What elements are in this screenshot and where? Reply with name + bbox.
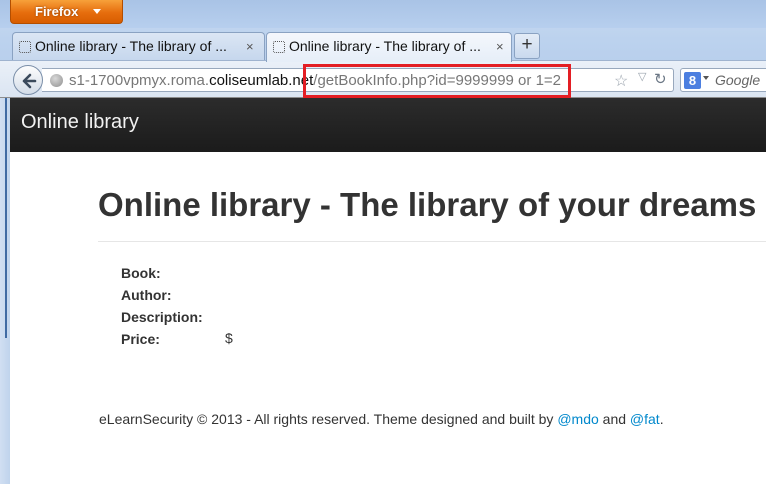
close-tab-icon[interactable]: × [496,33,504,60]
site-navbar: Online library [10,98,766,152]
window-left-edge [0,98,10,484]
page-favicon-icon [273,41,285,53]
new-tab-button[interactable]: + [514,33,540,59]
url-text[interactable]: s1-1700vpmyx.roma.coliseumlab.net/getBoo… [69,72,561,89]
page-content: Online library Online library - The libr… [10,98,766,484]
chevron-down-icon[interactable] [703,76,709,80]
url-history-dropdown-icon[interactable]: ▽ [638,70,646,83]
mdo-link[interactable]: @mdo [557,411,598,427]
window-edge-strip [5,98,7,338]
search-placeholder[interactable]: Google [715,72,760,88]
description-label: Description: [121,309,203,325]
footer-period: . [659,411,664,427]
page-favicon-icon [19,41,31,53]
firefox-menu-button[interactable]: Firefox [10,0,123,24]
firefox-menu-label: Firefox [35,4,79,19]
book-label: Book: [121,265,161,281]
tab-title: Online library - The library of ... [289,38,481,54]
navigation-toolbar: s1-1700vpmyx.roma.coliseumlab.net/getBoo… [0,60,766,98]
chevron-down-icon [93,9,101,14]
site-brand[interactable]: Online library [21,111,139,134]
author-label: Author: [121,287,172,303]
url-bar[interactable]: s1-1700vpmyx.roma.coliseumlab.net/getBoo… [42,68,674,92]
page-title: Online library - The library of your dre… [98,186,757,223]
fat-link[interactable]: @fat [630,411,660,427]
close-tab-icon[interactable]: × [246,33,254,60]
tab-title: Online library - The library of ... [35,38,227,54]
back-arrow-icon [22,73,37,89]
search-engine-icon[interactable]: 8 [684,72,701,89]
browser-chrome: Firefox Online library - The library of … [0,0,766,98]
url-prefix: s1-1700vpmyx.roma. [69,72,210,89]
site-identity-icon[interactable] [50,74,63,87]
heading-divider [98,241,766,242]
tab-2[interactable]: Online library - The library of ... × [266,32,512,62]
search-box[interactable]: 8 Google [680,68,766,92]
url-path: /getBookInfo.php?id=9999999 or 1=2 [313,72,562,89]
url-domain: coliseumlab.net [209,72,314,89]
bookmark-star-icon[interactable]: ☆ [614,71,628,91]
price-label: Price: [121,331,160,347]
tab-1[interactable]: Online library - The library of ... × [12,32,265,60]
footer-text: eLearnSecurity © 2013 - All rights reser… [99,411,554,427]
footer-and: and [602,411,627,427]
back-button[interactable] [13,65,43,95]
reload-icon[interactable]: ↻ [654,70,667,88]
price-value: $ [225,330,233,346]
page-footer: eLearnSecurity © 2013 - All rights reser… [99,411,664,427]
